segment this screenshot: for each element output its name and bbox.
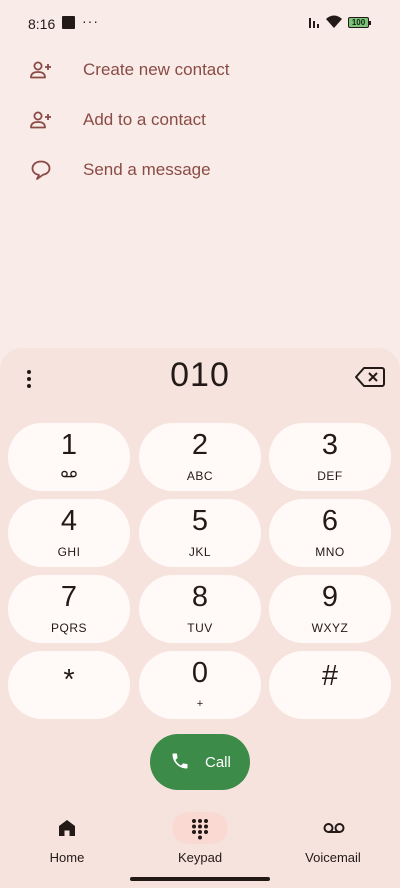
send-message-label: Send a message (83, 160, 211, 179)
add-to-contact-item[interactable]: Add to a contact (0, 95, 400, 145)
key-digit: 2 (191, 429, 209, 461)
add-to-contact-label: Add to a contact (83, 110, 206, 129)
key-digit: 8 (191, 581, 209, 613)
send-message-item[interactable]: Send a message (0, 145, 400, 195)
dialed-number: 010 (170, 356, 230, 394)
key-letters: WXYZ (311, 621, 349, 635)
home-indicator[interactable] (130, 877, 270, 881)
key-digit: 0 (191, 657, 209, 689)
key-letters: JKL (188, 545, 212, 559)
key-2[interactable]: 2 ABC (139, 423, 261, 491)
key-letters: ABC (186, 469, 214, 483)
key-digit: 3 (321, 429, 339, 461)
notification-square-icon (62, 16, 75, 29)
key-letters: TUV (187, 621, 213, 635)
create-new-contact-label: Create new contact (83, 60, 230, 79)
dialer-screen: 8:16 ··· 100 Create new contact Add to a… (0, 0, 400, 888)
key-digit: * (63, 664, 75, 696)
key-9[interactable]: 9 WXYZ (269, 575, 391, 643)
dialpad-icon (192, 819, 208, 840)
nav-keypad[interactable]: Keypad (145, 808, 255, 868)
call-label: Call (205, 754, 231, 771)
key-5[interactable]: 5 JKL (139, 499, 261, 567)
key-star[interactable]: * (8, 651, 130, 719)
phone-icon (172, 753, 188, 769)
key-3[interactable]: 3 DEF (269, 423, 391, 491)
nav-keypad-label: Keypad (177, 850, 223, 865)
key-letters: DEF (317, 469, 343, 483)
key-6[interactable]: 6 MNO (269, 499, 391, 567)
voicemail-icon (323, 823, 345, 833)
nav-voicemail-label: Voicemail (305, 850, 361, 865)
person-add-icon (30, 61, 51, 79)
status-bar: 8:16 ··· 100 (0, 0, 400, 46)
key-letters: MNO (315, 545, 345, 559)
create-new-contact-item[interactable]: Create new contact (0, 45, 400, 95)
key-1[interactable]: 1 (8, 423, 130, 491)
signal-icon (309, 18, 319, 28)
key-4[interactable]: 4 GHI (8, 499, 130, 567)
key-digit: # (321, 660, 339, 692)
key-digit: 1 (60, 429, 78, 461)
wifi-icon (326, 15, 342, 28)
person-add-icon (30, 111, 51, 129)
message-icon (31, 160, 51, 180)
key-letters: GHI (57, 545, 81, 559)
key-digit: 5 (191, 505, 209, 537)
more-notifications-icon: ··· (82, 13, 99, 29)
key-0[interactable]: 0 + (139, 651, 261, 719)
battery-icon: 100 (348, 17, 371, 28)
key-digit: 7 (60, 581, 78, 613)
home-icon (59, 820, 75, 836)
status-time: 8:16 (28, 16, 56, 32)
key-8[interactable]: 8 TUV (139, 575, 261, 643)
call-button[interactable]: Call (150, 734, 250, 790)
nav-voicemail[interactable]: Voicemail (278, 808, 388, 868)
backspace-icon[interactable] (355, 366, 385, 388)
key-letters: + (196, 698, 204, 710)
key-hash[interactable]: # (269, 651, 391, 719)
key-digit: 6 (321, 505, 339, 537)
nav-home-label: Home (49, 850, 85, 865)
key-7[interactable]: 7 PQRS (8, 575, 130, 643)
more-options-icon[interactable] (18, 367, 40, 391)
key-digit: 9 (321, 581, 339, 613)
voicemail-icon (61, 470, 77, 478)
nav-home[interactable]: Home (12, 808, 122, 868)
key-digit: 4 (60, 505, 78, 537)
key-letters: PQRS (50, 621, 87, 635)
